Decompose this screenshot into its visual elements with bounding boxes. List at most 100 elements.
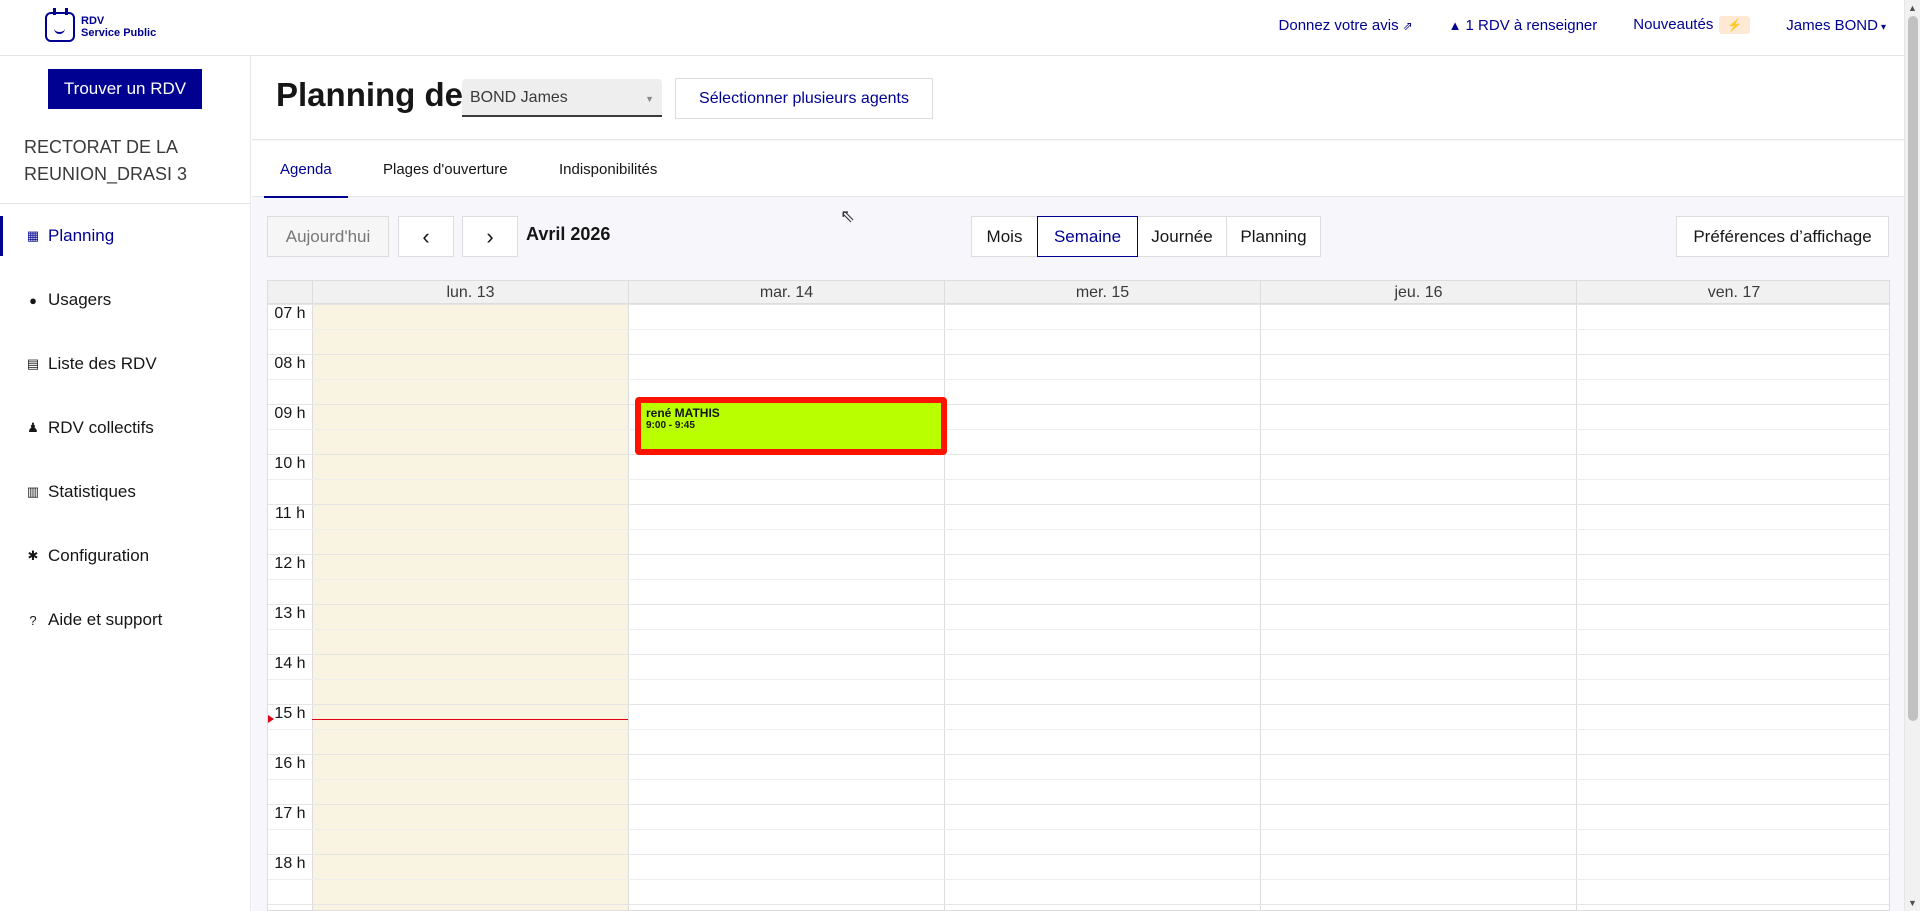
grid-line — [268, 529, 1889, 530]
logo-line-2: Service Public — [81, 27, 157, 39]
user-menu-label: James BOND — [1786, 16, 1878, 34]
sidebar-item-statistiques[interactable]: ▥ Statistiques — [0, 460, 250, 524]
calendar-header-row: lun. 13 mar. 14 mer. 15 jeu. 16 ven. 17 — [268, 281, 1889, 304]
day-column[interactable] — [312, 304, 628, 910]
grid-line — [268, 354, 1889, 355]
day-header: mar. 14 — [628, 281, 944, 304]
day-column[interactable] — [944, 304, 1260, 910]
display-preferences-button[interactable]: Préférences d’affichage — [1676, 216, 1889, 257]
header-links: Donnez votre avis ⇗ ▲ 1 RDV à renseigner N… — [1279, 16, 1886, 34]
grid-line — [268, 479, 1889, 480]
day-header: mer. 15 — [944, 281, 1260, 304]
sidebar-item-label: Statistiques — [48, 482, 136, 501]
news-label: Nouveautés — [1633, 16, 1714, 33]
grid-line — [268, 554, 1889, 555]
hour-label: 17 h — [274, 805, 306, 822]
day-column[interactable] — [1576, 304, 1889, 910]
page-scrollbar[interactable]: ▲ ▼ — [1904, 0, 1920, 911]
agent-select[interactable]: BOND James ▼ — [462, 79, 662, 117]
today-button[interactable]: Aujourd'hui — [267, 216, 389, 257]
appointment-event[interactable]: rené MATHIS 9:00 - 9:45 — [635, 397, 947, 455]
grid-line — [268, 329, 1889, 330]
user-menu[interactable]: James BOND ▾ — [1786, 17, 1886, 34]
hour-label: 12 h — [274, 555, 306, 572]
sidebar: Trouver un RDV RECTORAT DE LA REUNION_DR… — [0, 56, 251, 911]
grid-line — [268, 854, 1889, 855]
users-icon: ● — [29, 292, 37, 308]
scroll-up-icon[interactable]: ▲ — [1908, 3, 1917, 13]
logo-line-1: RDV — [81, 15, 105, 27]
logo-text: RDV Service Public — [81, 15, 156, 39]
hour-label: 14 h — [274, 655, 306, 672]
day-header: ven. 17 — [1576, 281, 1889, 304]
feedback-link[interactable]: Donnez votre avis ⇗ — [1279, 17, 1413, 34]
site-logo[interactable]: RDV Service Public — [45, 8, 156, 42]
appointment-time: 9:00 - 9:45 — [646, 420, 695, 431]
view-month-button[interactable]: Mois — [971, 216, 1038, 257]
sidebar-item-configuration[interactable]: ✱ Configuration — [0, 524, 250, 588]
grid-line — [268, 779, 1889, 780]
sidebar-item-planning[interactable]: ▦ Planning — [0, 204, 250, 268]
grid-line — [268, 729, 1889, 730]
select-multiple-agents-button[interactable]: Sélectionner plusieurs agents — [675, 78, 933, 119]
warning-icon: ▲ — [1448, 17, 1462, 33]
grid-line — [268, 304, 1889, 305]
scrollbar-thumb[interactable] — [1908, 16, 1918, 721]
day-header: jeu. 16 — [1260, 281, 1576, 304]
sidebar-nav: ▦ Planning ● Usagers ▤ Liste des RDV ♟ R… — [0, 204, 250, 652]
main-content: Planning de BOND James ▼ Sélectionner pl… — [252, 56, 1904, 911]
sidebar-item-usagers[interactable]: ● Usagers — [0, 268, 250, 332]
grid-line — [268, 404, 1889, 405]
sidebar-item-label: Planning — [48, 226, 115, 245]
grid-line — [268, 379, 1889, 380]
view-week-button[interactable]: Semaine — [1037, 216, 1138, 257]
grid-line — [268, 429, 1889, 430]
list-icon: ▤ — [26, 356, 40, 371]
grid-line — [268, 604, 1889, 605]
gear-icon: ✱ — [27, 548, 39, 563]
chevron-right-icon: › — [486, 223, 494, 249]
calendar-icon: ▦ — [26, 228, 40, 243]
next-week-button[interactable]: › — [462, 216, 518, 257]
grid-line — [268, 504, 1889, 505]
sidebar-item-label: Aide et support — [48, 610, 163, 629]
page-header: Planning de BOND James ▼ Sélectionner pl… — [252, 56, 1904, 140]
grid-line — [268, 629, 1889, 630]
scroll-down-icon[interactable]: ▼ — [1908, 898, 1917, 908]
mouse-cursor-icon: ⇖ — [840, 206, 856, 226]
hour-label: 11 h — [275, 505, 305, 522]
caret-down-icon: ▼ — [645, 94, 654, 104]
view-day-button[interactable]: Journée — [1137, 216, 1227, 257]
grid-line — [268, 579, 1889, 580]
grid-line — [268, 804, 1889, 805]
caret-down-icon: ▾ — [1880, 21, 1886, 33]
find-rdv-button[interactable]: Trouver un RDV — [48, 69, 202, 109]
hour-label: 09 h — [274, 405, 306, 422]
sidebar-item-aide[interactable]: ? Aide et support — [0, 588, 250, 652]
grid-line — [268, 754, 1889, 755]
sidebar-item-rdv-collectifs[interactable]: ♟ RDV collectifs — [0, 396, 250, 460]
hour-label: 18 h — [274, 855, 306, 872]
day-column[interactable] — [1260, 304, 1576, 910]
view-planning-button[interactable]: Planning — [1226, 216, 1321, 257]
current-time-line — [312, 719, 628, 720]
previous-week-button[interactable]: ‹ — [398, 216, 454, 257]
sidebar-item-label: Configuration — [48, 546, 150, 565]
appointment-event-body: rené MATHIS 9:00 - 9:45 — [641, 403, 941, 449]
tab-agenda[interactable]: Agenda — [264, 141, 348, 198]
hour-label: 07 h — [274, 305, 306, 322]
hour-label: 08 h — [274, 355, 306, 372]
tab-plages-ouverture[interactable]: Plages d'ouverture — [383, 141, 508, 197]
calendar-logo-icon — [45, 8, 75, 42]
day-column[interactable] — [628, 304, 944, 910]
lightning-icon: ⚡ — [1719, 16, 1751, 34]
grid-line — [268, 654, 1889, 655]
sidebar-item-label: Usagers — [48, 290, 112, 309]
grid-line — [268, 679, 1889, 680]
sidebar-item-liste-rdv[interactable]: ▤ Liste des RDV — [0, 332, 250, 396]
tab-indisponibilites[interactable]: Indisponibilités — [559, 141, 657, 197]
time-axis: 07 h 08 h 09 h 10 h 11 h 12 h 13 h 14 h … — [268, 304, 312, 910]
news-link[interactable]: Nouveautés ⚡ — [1633, 16, 1751, 34]
chart-icon: ▥ — [26, 484, 40, 499]
rdv-alert-link[interactable]: ▲ 1 RDV à renseigner — [1449, 17, 1598, 34]
